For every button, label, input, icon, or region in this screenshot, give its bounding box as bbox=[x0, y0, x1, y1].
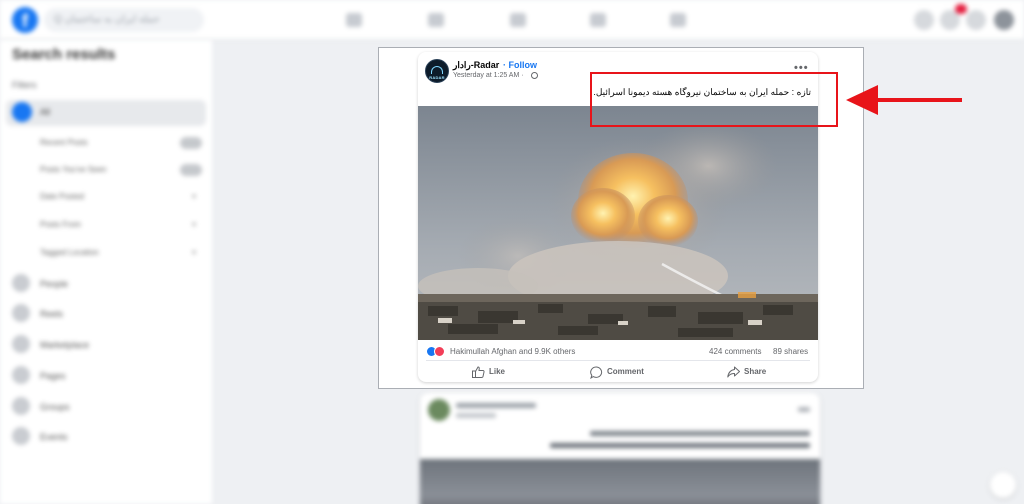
next-post-more-icon bbox=[798, 407, 810, 412]
sidebar-title: Search results bbox=[12, 46, 116, 63]
seen-posts-toggle[interactable] bbox=[180, 164, 202, 176]
marketplace-icon bbox=[12, 335, 30, 353]
recent-posts-toggle[interactable] bbox=[180, 137, 202, 149]
home-icon[interactable] bbox=[346, 13, 362, 27]
filter-option[interactable]: Posts From bbox=[40, 220, 81, 229]
filter-all[interactable] bbox=[6, 100, 206, 126]
like-button[interactable]: Like bbox=[472, 364, 532, 380]
groups-icon[interactable] bbox=[590, 13, 606, 27]
thumbs-up-icon bbox=[472, 366, 485, 378]
sidebar-item-events[interactable]: Events bbox=[40, 432, 68, 442]
filter-option[interactable]: Posts You've Seen bbox=[40, 165, 106, 174]
search-sidebar: Search results Filters All Recent Posts … bbox=[0, 40, 212, 504]
red-arrow-icon bbox=[846, 85, 962, 115]
comment-icon bbox=[590, 366, 603, 379]
post-timestamp[interactable]: Yesterday at 1:25 AM · bbox=[453, 72, 524, 79]
filters-label: Filters bbox=[12, 80, 37, 90]
comment-label: Comment bbox=[607, 367, 644, 376]
notifications-icon[interactable] bbox=[966, 10, 986, 30]
explosion-image bbox=[418, 106, 818, 340]
next-post-caption bbox=[550, 443, 810, 448]
events-icon bbox=[12, 427, 30, 445]
all-results-icon bbox=[12, 102, 32, 122]
next-post-time bbox=[456, 413, 496, 418]
marketplace-icon[interactable] bbox=[510, 13, 526, 27]
scroll-button[interactable] bbox=[990, 472, 1016, 498]
chevron-down-icon[interactable]: ▾ bbox=[192, 192, 196, 201]
search-input[interactable]: Q حمله ایران به ساختمان bbox=[44, 8, 204, 32]
filter-option[interactable]: Date Posted bbox=[40, 192, 84, 201]
next-post-name bbox=[456, 403, 536, 408]
comment-button[interactable]: Comment bbox=[590, 364, 660, 380]
sidebar-item-groups[interactable]: Groups bbox=[40, 402, 70, 412]
page-name[interactable]: رادار-Radar bbox=[453, 60, 499, 71]
video-icon[interactable] bbox=[428, 13, 444, 27]
next-post-card bbox=[420, 393, 820, 504]
page-avatar[interactable]: RADAR bbox=[425, 59, 449, 83]
gaming-icon[interactable] bbox=[670, 13, 686, 27]
next-post-image bbox=[420, 459, 820, 504]
actions-divider bbox=[426, 360, 810, 361]
radar-logo-icon bbox=[431, 66, 443, 74]
caption-highlight-box bbox=[590, 72, 838, 127]
share-label: Share bbox=[744, 367, 767, 376]
like-label: Like bbox=[489, 367, 506, 376]
notification-badge bbox=[955, 4, 967, 14]
globe-icon bbox=[531, 72, 538, 79]
share-button[interactable]: Share bbox=[727, 364, 787, 380]
filter-option[interactable]: Recent Posts bbox=[40, 138, 88, 147]
profile-avatar[interactable] bbox=[994, 10, 1014, 30]
comments-count[interactable]: 424 comments bbox=[709, 347, 761, 356]
filter-all-label: All bbox=[40, 107, 51, 117]
sidebar-item-reels[interactable]: Reels bbox=[40, 309, 63, 319]
next-post-avatar bbox=[428, 399, 450, 421]
post-image[interactable] bbox=[418, 106, 818, 340]
reaction-summary[interactable]: Hakimullah Afghan and 9.9K others bbox=[450, 347, 575, 356]
menu-icon[interactable] bbox=[914, 10, 934, 30]
chevron-down-icon[interactable]: ▾ bbox=[192, 248, 196, 257]
facebook-logo-icon[interactable]: f bbox=[12, 7, 38, 33]
follow-link[interactable]: · Follow bbox=[503, 60, 537, 70]
shares-count[interactable]: 89 shares bbox=[773, 347, 808, 356]
groups-icon bbox=[12, 397, 30, 415]
pages-icon bbox=[12, 366, 30, 384]
avatar-logo-text: RADAR bbox=[429, 75, 445, 80]
reels-icon bbox=[12, 304, 30, 322]
top-navigation-bar: f Q حمله ایران به ساختمان bbox=[0, 0, 1024, 40]
love-reaction-icon bbox=[434, 346, 445, 357]
chevron-down-icon[interactable]: ▾ bbox=[192, 220, 196, 229]
people-icon bbox=[12, 274, 30, 292]
next-post-caption bbox=[590, 431, 810, 436]
sidebar-item-people[interactable]: People bbox=[40, 279, 68, 289]
filter-option[interactable]: Tagged Location bbox=[40, 248, 99, 257]
sidebar-item-pages[interactable]: Pages bbox=[40, 371, 66, 381]
share-icon bbox=[727, 366, 740, 378]
sidebar-item-marketplace[interactable]: Marketplace bbox=[40, 340, 89, 350]
reaction-icons[interactable] bbox=[426, 346, 446, 358]
